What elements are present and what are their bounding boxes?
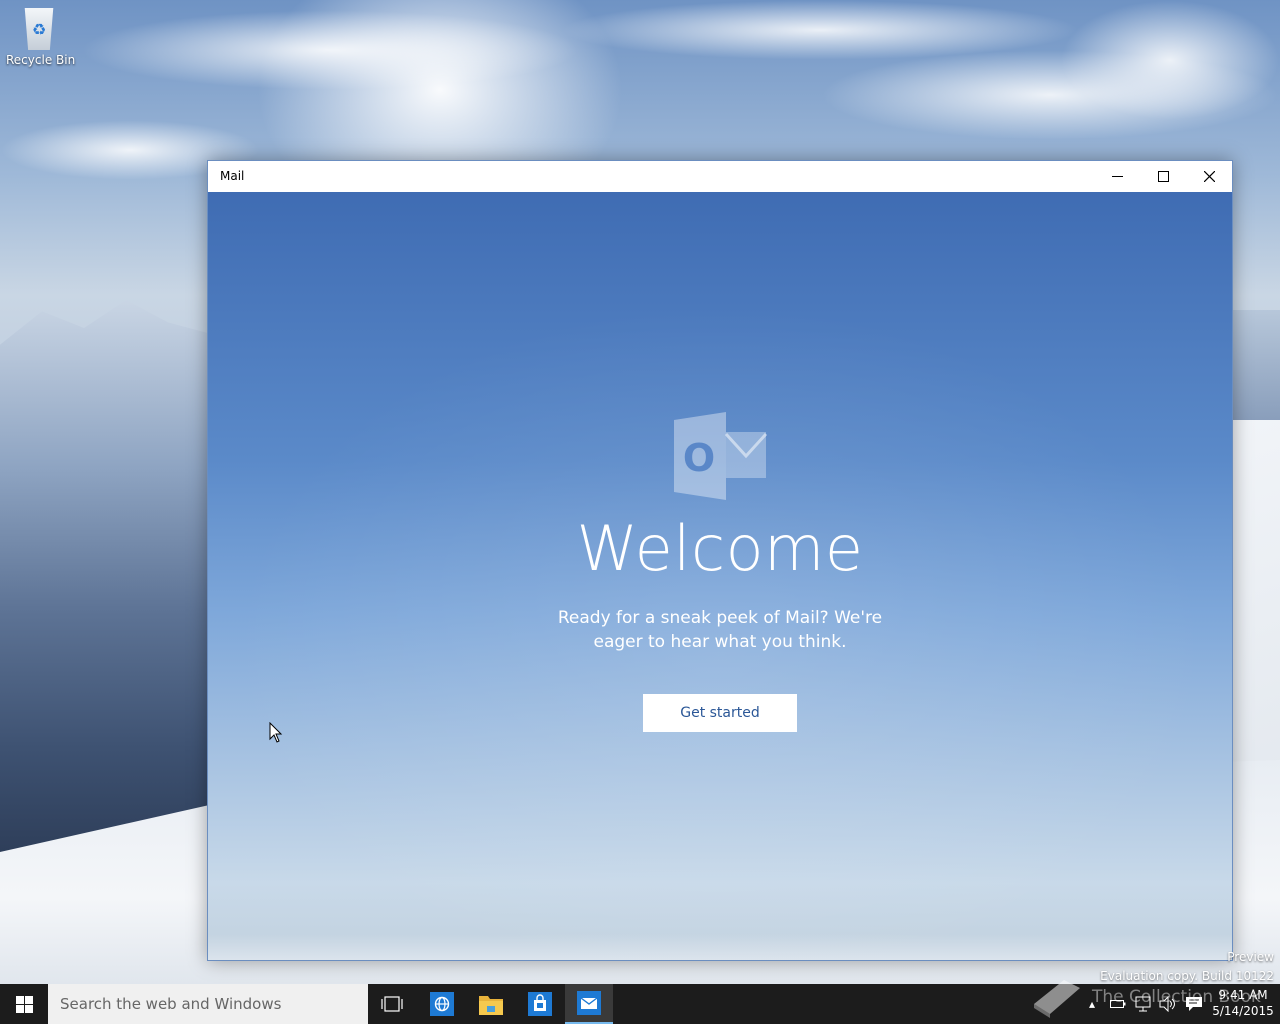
brand-overlay: The Collection Book (1030, 972, 1280, 1022)
welcome-subtitle: Ready for a sneak peek of Mail? We're ea… (520, 606, 920, 654)
mail-taskbar-button[interactable] (565, 984, 613, 1024)
brand-text: The Collection Book (1092, 987, 1261, 1007)
search-box[interactable]: Search the web and Windows (48, 984, 368, 1024)
title-bar[interactable]: Mail (208, 161, 1232, 192)
maximize-icon (1157, 171, 1169, 182)
internet-explorer-button[interactable] (418, 984, 466, 1024)
subtitle-line-2: eager to hear what you think. (593, 632, 847, 652)
maximize-button[interactable] (1140, 161, 1186, 192)
file-explorer-icon (479, 996, 503, 1015)
minimize-icon (1111, 176, 1123, 177)
file-explorer-button[interactable] (467, 984, 515, 1024)
store-button[interactable] (516, 984, 564, 1024)
build-watermark-line-1: Preview (1227, 950, 1274, 964)
close-icon (1203, 171, 1215, 182)
recycle-bin-label: Recycle Bin (6, 53, 76, 67)
window-title: Mail (220, 169, 245, 183)
start-button[interactable] (0, 984, 48, 1024)
recycle-bin-shortcut[interactable]: ♻ Recycle Bin (6, 6, 76, 76)
welcome-heading: Welcome (576, 512, 864, 585)
mail-window: Mail O Welcome Ready for a sneak peek of… (207, 160, 1233, 961)
internet-explorer-icon (430, 992, 454, 1016)
recycle-bin-icon: ♻ (24, 8, 54, 50)
mouse-cursor-icon (269, 722, 283, 743)
get-started-button[interactable]: Get started (643, 694, 797, 732)
mail-icon (577, 991, 601, 1015)
welcome-screen: O Welcome Ready for a sneak peek of Mail… (208, 192, 1232, 960)
task-view-button[interactable] (368, 984, 416, 1024)
search-placeholder: Search the web and Windows (60, 995, 282, 1013)
store-icon (528, 992, 552, 1016)
close-button[interactable] (1186, 161, 1232, 192)
minimize-button[interactable] (1094, 161, 1140, 192)
outlook-logo-icon: O (674, 412, 768, 500)
subtitle-line-1: Ready for a sneak peek of Mail? We're (557, 608, 883, 628)
mountain-left (0, 300, 210, 860)
windows-logo-icon (15, 995, 33, 1013)
book-logo-icon (1034, 980, 1080, 1018)
task-view-icon (381, 996, 403, 1012)
svg-text:O: O (683, 436, 715, 480)
